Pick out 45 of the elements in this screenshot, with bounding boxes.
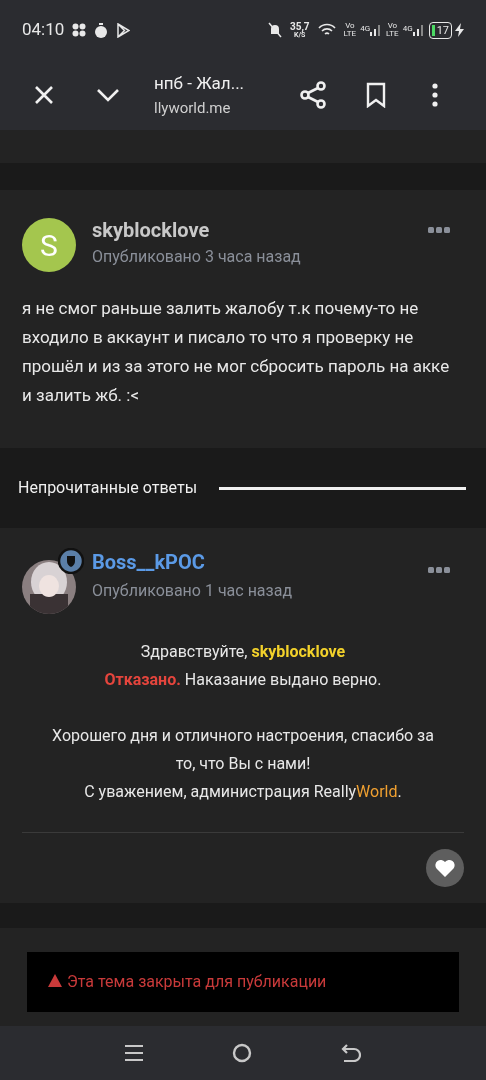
network-type: 4G (402, 23, 413, 35)
network-type: 4G (360, 23, 371, 35)
timer-icon (94, 22, 109, 38)
reply-text: Отказано. Наказание выдано верно. (104, 669, 382, 691)
more-icon[interactable] (428, 566, 450, 574)
close-icon[interactable] (34, 85, 54, 105)
play-store-icon (116, 22, 131, 38)
home-icon[interactable] (232, 1043, 252, 1063)
heart-icon (434, 858, 456, 878)
more-icon[interactable] (428, 226, 450, 234)
notice-text: Эта тема закрыта для публикации (67, 971, 327, 993)
chevron-down-icon[interactable] (96, 88, 120, 102)
post-body: я не смог раньше залить жалобу т.к почему-то не входило в аккаунт и писало то что я проверку не прошёл и из за этого не мог сбросить пароль на акке и залить жб. :< (22, 297, 451, 407)
volte-label: Vo (387, 22, 398, 30)
author-name[interactable]: skyblocklove (92, 218, 428, 243)
volte-label: LTE (343, 30, 357, 38)
fan-icon (72, 23, 87, 37)
charging-icon (455, 23, 464, 37)
volte-label: Vo (345, 22, 355, 30)
recent-apps-icon[interactable] (124, 1044, 143, 1062)
page-title: нпб - Жал... (154, 72, 246, 95)
post-time: Опубликовано 3 часа назад (92, 246, 302, 268)
bookmark-icon[interactable] (366, 82, 386, 108)
volte-label: LTE (386, 30, 399, 38)
reply-text: Хорошего дня и отличного настроения, спасибо за то, что Вы с нами! (51, 725, 435, 775)
network-speed: 35,7 (289, 21, 310, 32)
reply-text: С уважением, администрация ReallyWorld. (84, 781, 402, 803)
share-icon[interactable] (300, 81, 326, 109)
clock: 04:10 (22, 18, 65, 42)
author-name[interactable]: Boss__kPOC (92, 550, 428, 575)
wifi-icon (317, 23, 336, 37)
reply-text: Здравствуйте, skyblocklove (140, 641, 346, 663)
post-time: Опубликовано 1 час назад (92, 580, 294, 602)
avatar[interactable] (22, 560, 76, 614)
battery-indicator: 17 (428, 21, 452, 39)
back-icon[interactable] (341, 1044, 362, 1062)
section-heading: Непрочитанные ответы (18, 477, 198, 499)
like-button[interactable] (426, 849, 464, 887)
signal-icon (412, 24, 423, 36)
menu-icon[interactable] (432, 83, 438, 107)
page-url: llyworld.me (154, 97, 232, 119)
warning-icon (47, 973, 63, 988)
signal-icon (370, 24, 381, 36)
bell-off-icon (267, 22, 282, 38)
shield-badge-icon (58, 548, 84, 574)
